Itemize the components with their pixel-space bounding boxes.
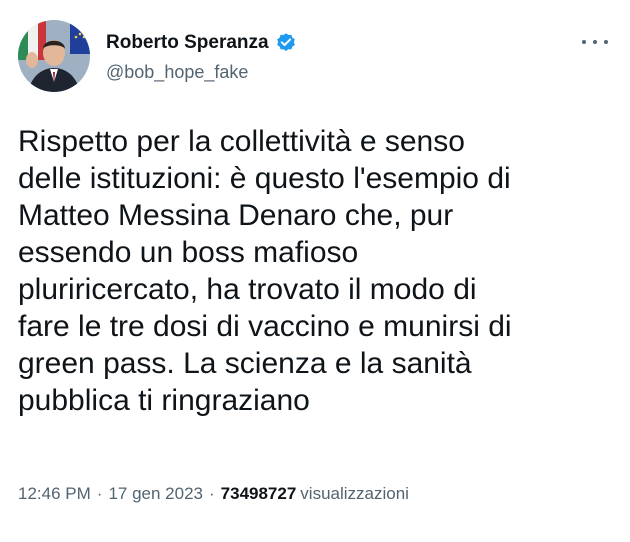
author-display-name[interactable]: Roberto Speranza xyxy=(106,32,269,54)
tweet-card: Roberto Speranza @bob_hope_fake Rispetto… xyxy=(0,0,630,542)
more-dot xyxy=(593,40,597,44)
meta-separator: · xyxy=(96,484,103,503)
tweet-text-line: Rispetto per la collettività e senso xyxy=(18,125,465,158)
tweet-date[interactable]: 17 gen 2023 xyxy=(108,484,203,503)
tweet-text-line: delle istituzioni: è questo l'esempio di xyxy=(18,162,511,195)
meta-separator: · xyxy=(208,484,215,503)
verified-badge-icon xyxy=(275,32,297,54)
author-block: Roberto Speranza @bob_hope_fake xyxy=(106,30,297,83)
tweet-time[interactable]: 12:46 PM xyxy=(18,484,91,503)
views-label: visualizzazioni xyxy=(300,484,409,503)
author-name-row: Roberto Speranza xyxy=(106,30,297,56)
tweet-text-line: pluriricercato, ha trovato il modo di xyxy=(18,273,477,306)
more-dot xyxy=(582,40,586,44)
tweet-text: Rispetto per la collettività e senso del… xyxy=(18,123,608,419)
tweet-text-line: green pass. La scienza e la sanità xyxy=(18,347,472,380)
avatar-image xyxy=(18,20,90,92)
more-horizontal-icon[interactable] xyxy=(582,34,608,50)
tweet-text-line: pubblica ti ringraziano xyxy=(18,384,310,417)
avatar[interactable] xyxy=(18,20,90,92)
tweet-text-line: Matteo Messina Denaro che, pur xyxy=(18,199,454,232)
more-dot xyxy=(604,40,608,44)
tweet-meta: 12:46 PM · 17 gen 2023 · 73498727 visualizzaz… xyxy=(18,484,409,504)
tweet-text-line: essendo un boss mafioso xyxy=(18,236,359,269)
tweet-text-line: fare le tre dosi di vaccino e munirsi di xyxy=(18,310,512,343)
author-handle[interactable]: @bob_hope_fake xyxy=(106,62,297,83)
views-count: 73498727 xyxy=(220,484,297,503)
